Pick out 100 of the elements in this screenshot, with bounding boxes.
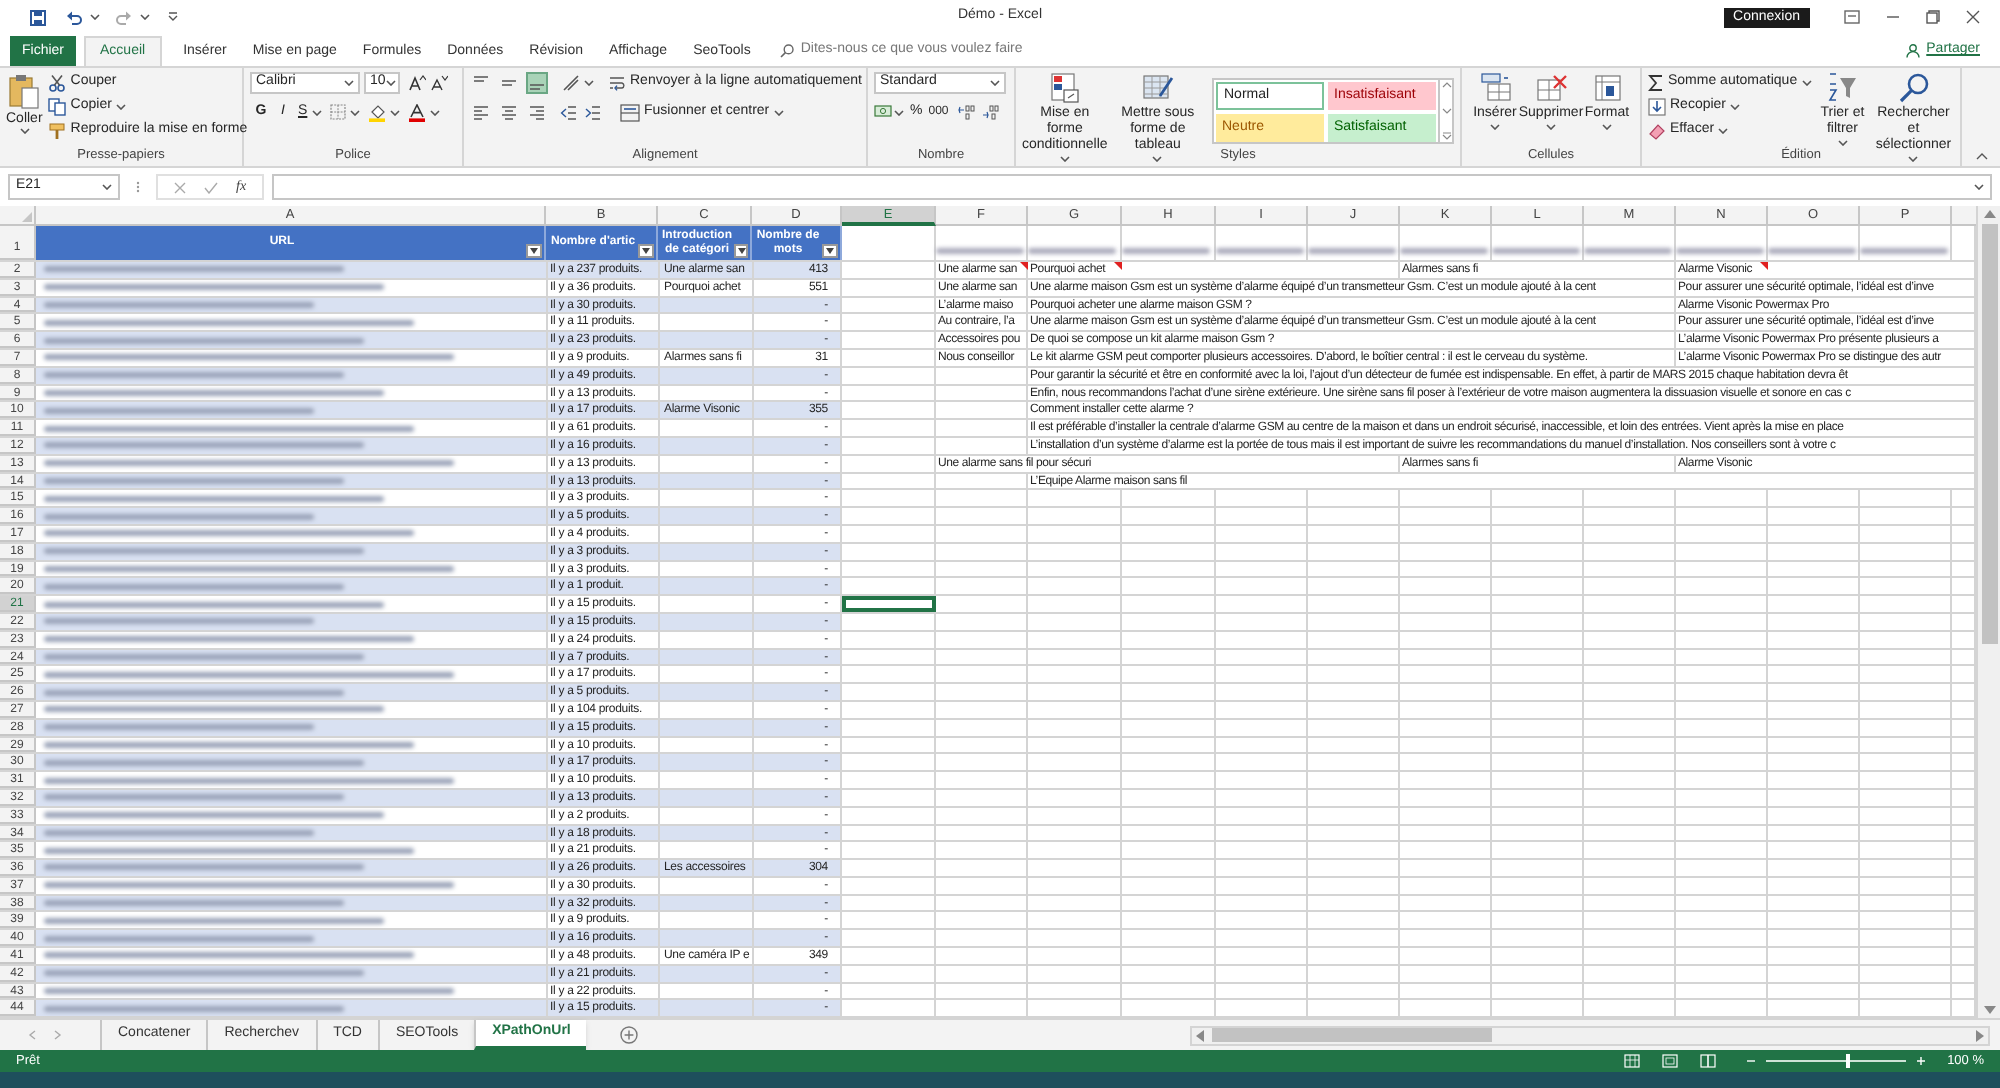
caret-icon	[1602, 124, 1612, 130]
cells-grid-icon	[1479, 72, 1511, 104]
zoom-slider-thumb[interactable]	[1846, 1054, 1851, 1068]
orientation-button[interactable]	[562, 74, 594, 92]
active-cell[interactable]	[842, 596, 936, 612]
redo-icon[interactable]	[116, 9, 132, 25]
more-styles-icon[interactable]	[1441, 132, 1451, 140]
scroll-down-icon[interactable]	[1983, 1006, 1995, 1014]
cells-grid-icon	[1591, 72, 1623, 104]
text-align-icon[interactable]	[528, 104, 546, 122]
scroll-up-icon[interactable]	[1441, 82, 1451, 88]
sigma-icon	[1648, 74, 1664, 92]
decrease-indent-icon[interactable]	[560, 104, 578, 122]
caret-icon	[344, 80, 354, 86]
merge-cells-icon	[620, 104, 640, 122]
next-sheet-icon[interactable]	[54, 1030, 62, 1040]
blurred-text	[1676, 248, 1764, 254]
caret-icon	[1718, 128, 1729, 134]
increase-decimal-icon[interactable]	[958, 104, 977, 121]
collapse-ribbon-icon[interactable]	[1976, 152, 1988, 160]
paint-bucket-icon	[367, 103, 386, 122]
blurred-text	[1308, 248, 1396, 254]
horizontal-scrollbar[interactable]	[1190, 1025, 1990, 1045]
font-color-button[interactable]	[407, 103, 440, 122]
blurred-text	[1492, 248, 1580, 254]
caret-icon	[90, 14, 100, 20]
table-brush-icon	[1141, 72, 1174, 104]
decrease-font-size-icon[interactable]	[430, 74, 448, 92]
previous-sheet-icon[interactable]	[28, 1030, 36, 1040]
caret-icon	[1546, 124, 1556, 130]
fill-color-button[interactable]	[367, 103, 400, 122]
ribbon-display-icon[interactable]	[1844, 10, 1860, 24]
caret-icon	[773, 110, 784, 116]
caret-icon	[1837, 140, 1848, 146]
blurred-text	[1216, 248, 1304, 254]
blurred-text	[1122, 248, 1210, 254]
scrollbar-thumb[interactable]	[1981, 224, 1997, 644]
scroll-right-icon[interactable]	[1976, 1029, 1984, 1041]
wrap-text-icon	[608, 74, 626, 92]
increase-font-size-icon[interactable]	[408, 74, 426, 92]
triangle-icon	[22, 212, 32, 222]
vertical-scrollbar[interactable]	[1976, 206, 2000, 1018]
page-layout-icon[interactable]	[1661, 1054, 1678, 1068]
scroll-left-icon[interactable]	[1196, 1029, 1204, 1041]
text-align-icon[interactable]	[472, 104, 490, 122]
caret-icon	[19, 128, 30, 134]
highlighted-grid-icon	[1048, 72, 1081, 104]
blurred-text	[1028, 248, 1116, 254]
minimize-icon[interactable]	[1886, 10, 1900, 24]
filter-button[interactable]	[526, 244, 542, 258]
caret-icon	[311, 109, 322, 116]
paintbrush-icon	[48, 122, 67, 140]
add-sheet-icon[interactable]	[620, 1026, 639, 1044]
filter-button[interactable]	[734, 244, 748, 258]
filter-button[interactable]	[638, 244, 654, 258]
cells-grid-icon	[1535, 72, 1567, 104]
clipboard-icon	[8, 72, 41, 110]
caret-icon	[349, 109, 360, 116]
copy-icon	[48, 98, 67, 116]
decrease-decimal-icon[interactable]	[982, 104, 1001, 121]
blurred-text	[936, 248, 1024, 254]
search-icon	[1897, 72, 1930, 104]
customize-toolbar-icon[interactable]	[168, 12, 178, 22]
zoom-out-icon[interactable]	[1745, 1056, 1756, 1066]
blurred-text	[1860, 248, 1948, 254]
accounting-format-button[interactable]	[874, 104, 904, 121]
caret-icon	[140, 14, 150, 20]
search-icon	[780, 44, 795, 58]
page-break-icon[interactable]	[1699, 1054, 1716, 1068]
zoom-in-icon[interactable]	[1915, 1056, 1926, 1066]
caret-icon	[1974, 184, 1984, 190]
banknote-icon	[874, 104, 892, 121]
caret-icon	[642, 248, 650, 254]
caret-icon	[385, 80, 396, 86]
formula-input-field[interactable]	[272, 174, 1992, 200]
normal-view-icon[interactable]	[1623, 1054, 1640, 1068]
caret-icon	[530, 248, 538, 254]
scrollbar-thumb[interactable]	[1212, 1028, 1492, 1042]
filter-button[interactable]	[822, 244, 838, 258]
close-icon[interactable]	[1966, 10, 1980, 24]
caret-icon	[584, 80, 594, 86]
increase-indent-icon[interactable]	[584, 104, 602, 122]
undo-icon[interactable]	[66, 9, 82, 25]
scroll-down-icon[interactable]	[1441, 107, 1451, 113]
caret-icon	[1490, 124, 1500, 130]
caret-icon	[389, 109, 400, 116]
text-align-icon[interactable]	[500, 104, 518, 122]
slanted-text-icon	[562, 74, 580, 92]
save-icon[interactable]	[30, 9, 46, 25]
caret-icon	[990, 80, 1000, 86]
restore-icon[interactable]	[1926, 10, 1940, 24]
scissors-icon	[48, 74, 67, 92]
caret-icon	[1730, 104, 1741, 110]
caret-icon	[1801, 80, 1812, 86]
scroll-up-icon[interactable]	[1983, 210, 1995, 218]
enter-check-icon[interactable]	[204, 181, 218, 193]
vertical-align-button[interactable]	[526, 72, 548, 94]
caret-icon	[1059, 156, 1070, 162]
cancel-icon[interactable]	[174, 181, 186, 193]
caret-icon	[894, 109, 904, 116]
